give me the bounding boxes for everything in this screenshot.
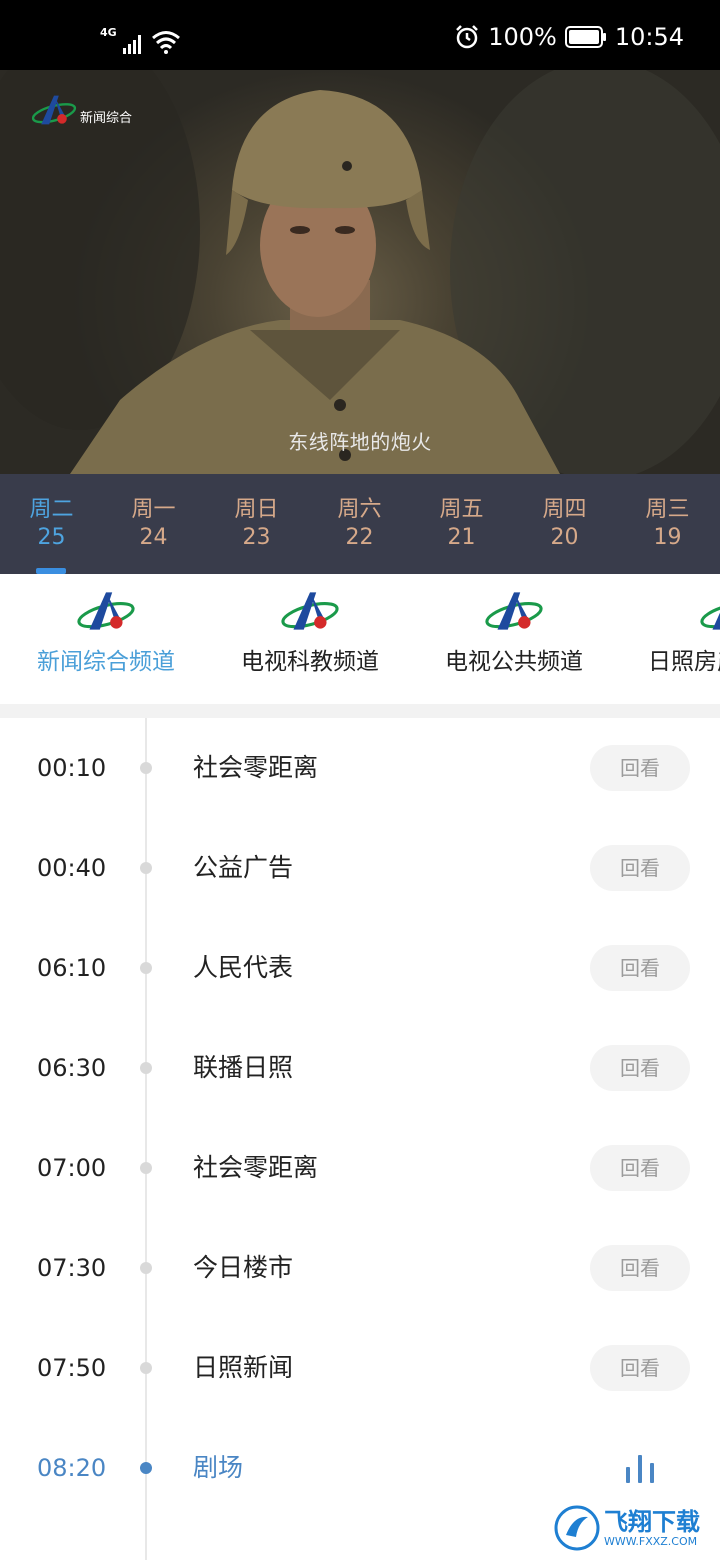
program-time: 07:50 [37,1354,107,1382]
watermark-logo-icon [554,1505,600,1551]
replay-button[interactable]: 回看 [590,945,690,991]
date-weekday: 周二 [29,497,74,522]
program-row[interactable]: 00:10 社会零距离 回看 [0,743,720,843]
date-day: 22 [345,525,374,550]
program-time: 06:30 [37,1054,107,1082]
replay-button[interactable]: 回看 [590,1245,690,1291]
status-bar: 4G 100% 10:54 [0,0,720,70]
channel-name: 新闻综合频道 [37,649,175,675]
program-time: 07:00 [37,1154,107,1182]
program-row[interactable]: 07:50 日照新闻 回看 [0,1343,720,1443]
channel-name: 电视公共频道 [445,649,583,675]
video-player[interactable]: 新闻综合 东线阵地的炮火 [0,70,720,474]
timeline-dot [140,762,152,774]
replay-button[interactable]: 回看 [590,1345,690,1391]
channel-watermark-text: 新闻综合 [80,111,133,126]
date-tab-6[interactable]: 周四 20 [513,496,616,552]
program-row[interactable]: 07:30 今日楼市 回看 [0,1243,720,1343]
battery-percent: 100% [488,23,557,51]
date-day: 23 [242,525,271,550]
clock: 10:54 [614,23,684,51]
program-title: 今日楼市 [193,1253,294,1282]
watermark-text: 飞翔下载 [604,1508,700,1536]
video-subtitle: 东线阵地的炮火 [288,430,432,454]
date-tab-4[interactable]: 周六 22 [308,496,411,552]
watermark-url: WWW.FXXZ.COM [604,1535,698,1548]
network-type: 4G [100,26,117,39]
channel-tab-2[interactable]: 电视科教频道 [210,588,410,676]
date-weekday: 周五 [439,497,484,522]
date-weekday: 周日 [234,497,279,522]
program-title: 社会零距离 [193,753,319,782]
date-day: 20 [550,525,579,550]
battery-icon [564,26,606,48]
wifi-icon [151,31,180,54]
program-time: 08:20 [37,1454,107,1482]
date-weekday: 周一 [131,497,176,522]
replay-button[interactable]: 回看 [590,745,690,791]
channel-logo-icon [77,592,135,630]
watermark-text-group: 飞翔下载 WWW.FXXZ.COM [604,1508,700,1548]
channel-tab-1[interactable]: 新闻综合频道 [6,588,206,676]
date-tab-3[interactable]: 周日 23 [205,496,308,552]
replay-button[interactable]: 回看 [590,845,690,891]
timeline-dot [140,862,152,874]
channel-logo-icon [700,602,720,630]
date-weekday: 周三 [645,497,690,522]
channel-logo-icon [31,95,77,125]
program-row[interactable]: 00:40 公益广告 回看 [0,843,720,943]
channel-tabs: 新闻综合频道 电视科教频道 电视公共频道 日照房产频道 [0,574,720,704]
replay-button[interactable]: 回看 [590,1145,690,1191]
signal-icon [122,35,141,54]
date-tab-7[interactable]: 周三 19 [616,496,719,552]
video-frame [0,70,720,474]
channel-tab-3[interactable]: 电视公共频道 [414,588,614,676]
channel-logo-icon [485,592,543,630]
section-divider [0,704,720,718]
date-day: 19 [653,525,682,550]
timeline-dot [140,962,152,974]
program-time: 00:40 [37,854,107,882]
now-playing-icon [626,1455,654,1483]
channel-name: 电视科教频道 [241,649,379,675]
channel-watermark: 新闻综合 [30,92,132,128]
timeline-dot [140,1462,152,1474]
date-day: 24 [139,525,168,550]
date-day: 21 [447,525,476,550]
replay-button[interactable]: 回看 [590,1045,690,1091]
program-row[interactable]: 07:00 社会零距离 回看 [0,1143,720,1243]
channel-logo-icon [281,592,339,630]
alarm-icon [456,25,479,49]
date-weekday: 周四 [542,497,587,522]
program-title: 社会零距离 [193,1153,319,1182]
program-title: 联播日照 [193,1053,294,1082]
timeline-dot [140,1362,152,1374]
program-title: 公益广告 [193,853,294,882]
status-left: 4G [100,22,181,54]
timeline-dot [140,1062,152,1074]
program-title: 日照新闻 [193,1353,294,1382]
date-tab-1[interactable]: 周二 25 [0,496,103,552]
program-time: 07:30 [37,1254,107,1282]
status-right: 100% 10:54 [454,20,684,54]
timeline-dot [140,1262,152,1274]
program-title: 剧场 [193,1453,244,1482]
date-tab-5[interactable]: 周五 21 [410,496,513,552]
program-row[interactable]: 06:30 联播日照 回看 [0,1043,720,1143]
channel-tab-4[interactable]: 日照房产频道 [618,588,720,676]
date-weekday: 周六 [337,497,382,522]
program-row[interactable]: 06:10 人民代表 回看 [0,943,720,1043]
program-time: 00:10 [37,754,107,782]
site-watermark: 飞翔下载 WWW.FXXZ.COM [554,1500,710,1556]
date-tabs: 周二 25 周一 24 周日 23 周六 22 周五 21 周四 20 周三 1… [0,474,720,574]
program-title: 人民代表 [193,953,294,982]
timeline-dot [140,1162,152,1174]
date-day: 25 [37,525,66,550]
date-tab-2[interactable]: 周一 24 [102,496,205,552]
program-time: 06:10 [37,954,107,982]
channel-name: 日照房产频道 [648,649,720,675]
